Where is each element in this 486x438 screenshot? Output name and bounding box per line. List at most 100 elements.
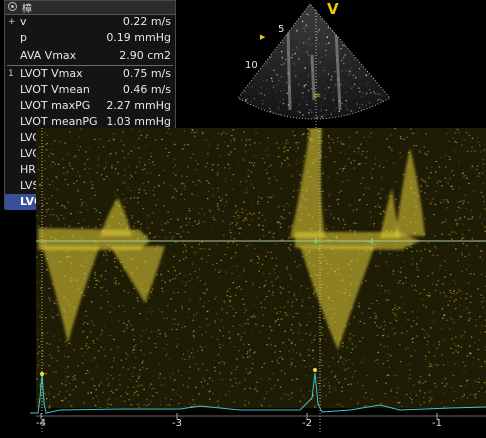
noise-dot xyxy=(357,403,359,404)
noise-dot xyxy=(96,389,98,390)
noise-dot xyxy=(97,338,99,339)
noise-dot xyxy=(333,219,335,220)
noise-dot xyxy=(159,333,161,334)
noise-dot xyxy=(85,311,87,312)
noise-dot xyxy=(264,398,266,399)
noise-dot xyxy=(56,189,58,190)
speckle-dot xyxy=(302,6,303,7)
noise-dot xyxy=(423,180,425,181)
speckle-dot xyxy=(307,14,308,15)
noise-dot xyxy=(53,396,55,397)
noise-dot xyxy=(58,164,60,165)
noise-dot xyxy=(383,363,385,364)
noise-dot xyxy=(231,135,233,136)
noise-dot xyxy=(100,347,102,348)
measurement-row[interactable]: LVOT maxPG2.27 mmHg xyxy=(5,98,175,114)
noise-dot xyxy=(297,171,299,172)
noise-dot xyxy=(441,185,443,186)
noise-dot xyxy=(468,183,470,184)
noise-dot xyxy=(411,247,413,248)
noise-dot xyxy=(273,195,275,196)
speckle-dot xyxy=(282,90,283,91)
noise-dot xyxy=(300,264,302,265)
noise-dot xyxy=(114,191,116,192)
measurement-row[interactable]: LVOT Vmean0.46 m/s xyxy=(5,82,175,98)
noise-dot xyxy=(40,254,42,255)
noise-dot xyxy=(281,370,283,371)
speckle-dot xyxy=(300,86,301,87)
noise-dot xyxy=(338,192,340,193)
noise-dot xyxy=(288,142,290,143)
speckle-dot xyxy=(373,92,374,93)
speckle-dot xyxy=(311,9,312,10)
noise-dot xyxy=(233,282,235,283)
noise-dot xyxy=(49,298,51,299)
noise-dot xyxy=(411,326,413,327)
noise-dot xyxy=(272,234,274,235)
noise-dot xyxy=(124,311,126,312)
noise-dot xyxy=(150,173,152,174)
noise-dot xyxy=(319,319,321,320)
measurement-row[interactable]: AVA Vmax2.90 cm2 xyxy=(5,48,175,64)
time-axis: -4-3-2-1 xyxy=(36,413,486,429)
speckle-dot xyxy=(311,11,312,12)
row-marker: + xyxy=(8,14,18,30)
settings-circle-icon[interactable] xyxy=(8,2,17,11)
noise-dot xyxy=(257,256,259,257)
noise-dot xyxy=(281,216,283,217)
ecg-r-wave-marker xyxy=(313,368,317,372)
noise-dot xyxy=(100,407,102,408)
noise-dot xyxy=(172,373,174,374)
noise-dot xyxy=(479,339,481,340)
noise-dot xyxy=(338,382,340,383)
noise-dot xyxy=(239,276,241,277)
noise-dot xyxy=(192,348,194,349)
noise-dot xyxy=(148,311,150,312)
noise-dot xyxy=(386,261,388,262)
noise-dot xyxy=(303,396,305,397)
noise-dot xyxy=(356,223,358,224)
noise-dot xyxy=(348,158,350,159)
noise-dot xyxy=(483,159,485,160)
speckle-dot xyxy=(365,94,366,95)
noise-dot xyxy=(264,284,266,285)
speckle-dot xyxy=(339,124,340,125)
noise-dot xyxy=(139,365,141,366)
noise-dot xyxy=(249,139,251,140)
measurement-row[interactable]: p0.19 mmHg xyxy=(5,30,175,46)
measurement-row[interactable]: 1LVOT Vmax0.75 m/s xyxy=(5,66,175,82)
noise-dot xyxy=(200,181,202,182)
noise-dot xyxy=(94,208,96,209)
noise-dot xyxy=(113,307,115,308)
noise-dot xyxy=(95,274,97,275)
noise-dot xyxy=(93,325,95,326)
speckle-dot xyxy=(282,14,283,15)
noise-dot xyxy=(246,281,248,282)
noise-dot xyxy=(40,164,42,165)
measurement-row[interactable]: +v0.22 m/s xyxy=(5,14,175,30)
speckle-dot xyxy=(244,78,245,79)
noise-dot xyxy=(343,168,345,169)
noise-dot xyxy=(449,234,451,235)
noise-dot xyxy=(340,142,342,143)
noise-dot xyxy=(130,198,132,199)
noise-dot xyxy=(277,277,279,278)
speckle-dot xyxy=(266,34,267,35)
noise-dot xyxy=(282,239,284,240)
noise-dot xyxy=(313,306,315,307)
noise-dot xyxy=(69,131,71,132)
speckle-dot xyxy=(341,77,342,78)
noise-dot xyxy=(398,306,400,307)
noise-dot xyxy=(124,206,126,207)
noise-dot xyxy=(475,394,477,395)
noise-dot xyxy=(105,252,107,253)
noise-dot xyxy=(83,403,85,404)
noise-dot xyxy=(251,162,253,163)
speckle-dot xyxy=(326,43,327,44)
speckle-dot xyxy=(353,22,354,23)
noise-dot xyxy=(447,207,449,208)
noise-dot xyxy=(129,178,131,179)
speckle-dot xyxy=(292,49,293,50)
noise-dot xyxy=(67,366,69,367)
speckle-dot xyxy=(381,121,382,122)
